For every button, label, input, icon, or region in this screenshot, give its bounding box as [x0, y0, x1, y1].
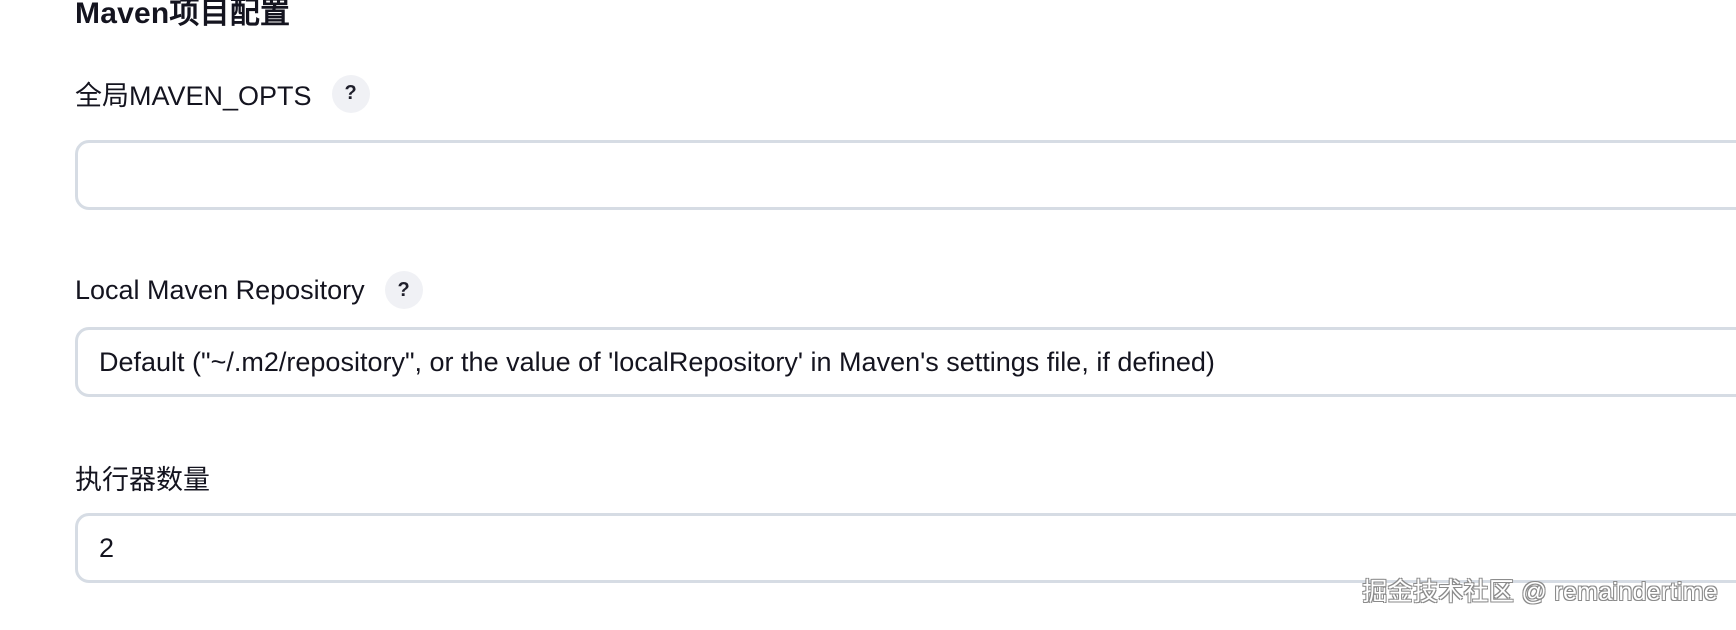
- maven-opts-label-row: 全局MAVEN_OPTS ?: [75, 74, 370, 113]
- maven-config-page: Maven项目配置 全局MAVEN_OPTS ? Local Maven Rep…: [0, 0, 1736, 630]
- maven-opts-field[interactable]: [75, 140, 1736, 210]
- executors-label-row: 执行器数量: [75, 458, 210, 497]
- watermark: 掘金技术社区 @ remaindertime: [1362, 578, 1718, 606]
- local-repo-help-icon[interactable]: ?: [384, 271, 423, 309]
- local-repo-label-row: Local Maven Repository ?: [75, 271, 423, 309]
- local-repo-selected-value: Default ("~/.m2/repository", or the valu…: [99, 346, 1215, 377]
- section-title: Maven项目配置: [75, 0, 291, 30]
- maven-opts-help-icon[interactable]: ?: [331, 74, 370, 113]
- maven-opts-input[interactable]: [99, 143, 1736, 207]
- executors-label: 执行器数量: [75, 465, 210, 495]
- maven-opts-label: 全局MAVEN_OPTS: [75, 81, 312, 111]
- local-repo-label: Local Maven Repository: [75, 274, 365, 305]
- local-repo-select[interactable]: Default ("~/.m2/repository", or the valu…: [75, 327, 1736, 397]
- executors-input[interactable]: [99, 516, 1736, 580]
